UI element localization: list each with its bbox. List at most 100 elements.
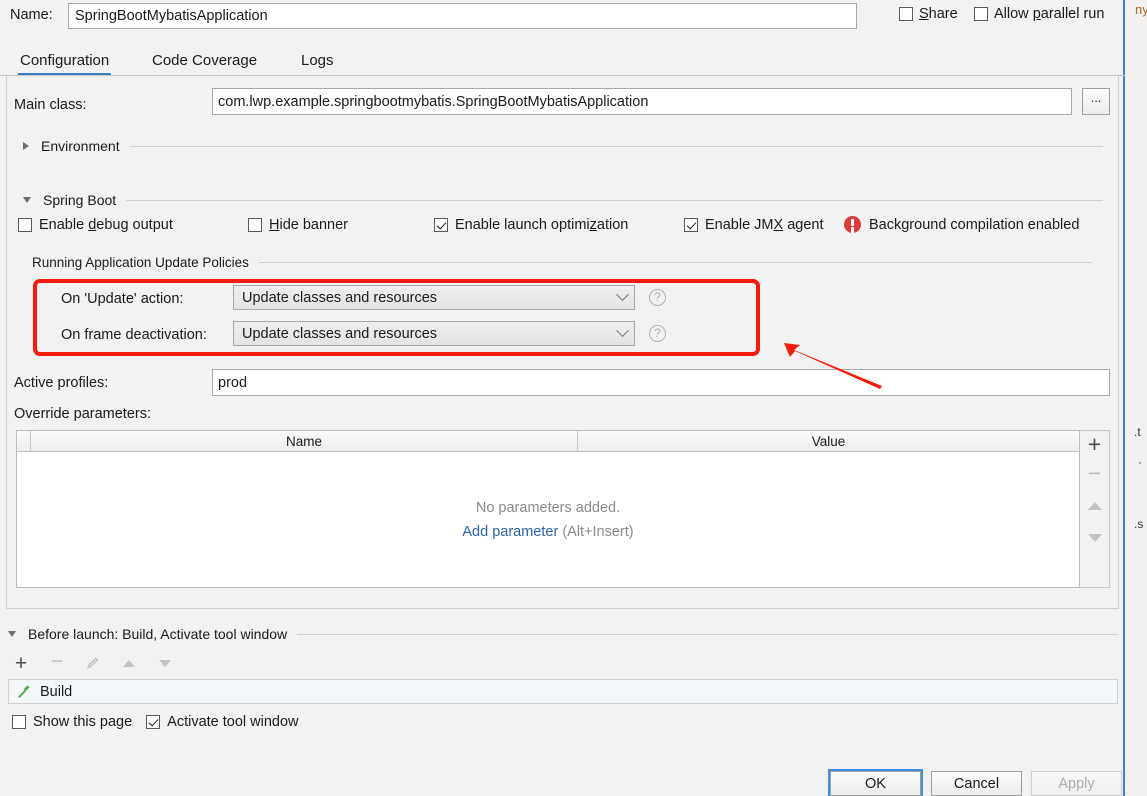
chevron-down-icon[interactable]	[8, 631, 16, 637]
tab-configuration-label: Configuration	[20, 51, 110, 69]
before-launch-remove-button: −	[50, 649, 64, 673]
main-class-browse-button[interactable]: ...	[1082, 88, 1110, 115]
hide-banner-checkbox[interactable]: Hide banner	[248, 217, 348, 233]
remove-parameter-button: −	[1087, 460, 1102, 486]
allow-parallel-run-checkbox-box[interactable]	[974, 7, 988, 21]
tab-configuration[interactable]: Configuration	[18, 44, 112, 76]
spring-boot-section-header[interactable]: Spring Boot	[23, 192, 1103, 208]
background-text: .t	[1134, 425, 1141, 439]
on-frame-deactivation-value: Update classes and resources	[242, 325, 438, 342]
background-window	[1123, 0, 1147, 796]
activate-tool-window-checkbox[interactable]: Activate tool window	[146, 714, 299, 730]
share-checkbox-label: Share	[919, 6, 958, 22]
empty-state-text: No parameters added.	[475, 499, 621, 516]
environment-section-label: Environment	[41, 138, 120, 154]
enable-jmx-agent-checkbox[interactable]: Enable JMX agent	[684, 217, 824, 233]
pencil-icon	[87, 657, 99, 669]
table-header-gutter	[17, 431, 31, 451]
before-launch-move-down-button	[154, 652, 176, 674]
activate-tool-window-checkbox-box[interactable]	[146, 715, 161, 729]
enable-jmx-agent-checkbox-box[interactable]	[684, 218, 698, 232]
tab-logs[interactable]: Logs	[299, 44, 336, 76]
main-class-input[interactable]	[212, 88, 1072, 115]
activate-tool-window-label: Activate tool window	[167, 714, 299, 730]
before-launch-label: Before launch: Build, Activate tool wind…	[28, 626, 288, 642]
ok-button[interactable]: OK	[828, 769, 923, 796]
before-launch-list[interactable]: Build	[8, 679, 1118, 704]
table-header-name[interactable]: Name	[31, 431, 578, 451]
policies-section-header: Running Application Update Policies	[32, 255, 1092, 270]
enable-debug-output-checkbox-box[interactable]	[18, 218, 32, 232]
table-header-row: Name Value	[17, 431, 1079, 452]
section-divider	[129, 145, 1103, 147]
share-checkbox[interactable]: Share	[899, 6, 958, 22]
enable-jmx-agent-label: Enable JMX agent	[705, 217, 824, 233]
chevron-down-icon[interactable]	[23, 197, 31, 203]
add-parameter-link[interactable]: Add parameter	[462, 524, 558, 540]
show-this-page-checkbox[interactable]: Show this page	[12, 714, 132, 730]
parameters-toolbar: + −	[1080, 430, 1110, 588]
enable-debug-output-label: Enable debug output	[39, 217, 173, 233]
hide-banner-checkbox-box[interactable]	[248, 218, 262, 232]
background-text: ·	[1138, 455, 1142, 469]
on-update-action-value: Update classes and resources	[242, 289, 438, 306]
background-compilation-warning-label: Background compilation enabled	[869, 216, 1080, 233]
before-launch-move-up-button	[118, 652, 140, 674]
allow-parallel-run-checkbox-label: Allow parallel run	[994, 6, 1105, 22]
tab-code-coverage[interactable]: Code Coverage	[150, 44, 259, 76]
hammer-icon	[18, 685, 30, 698]
add-parameter-shortcut-hint: (Alt+Insert)	[562, 523, 634, 540]
show-this-page-checkbox-box[interactable]	[12, 715, 26, 729]
configuration-name-input[interactable]	[68, 3, 857, 29]
spring-boot-section-label: Spring Boot	[43, 192, 117, 208]
on-frame-deactivation-help-icon[interactable]: ?	[649, 325, 666, 342]
chevron-right-icon[interactable]	[23, 142, 29, 150]
on-frame-deactivation-dropdown[interactable]: Update classes and resources	[233, 321, 635, 346]
on-update-action-help-icon[interactable]: ?	[649, 289, 666, 306]
enable-launch-optimization-checkbox-box[interactable]	[434, 218, 448, 232]
before-launch-edit-button	[82, 652, 104, 674]
section-divider	[297, 633, 1118, 635]
before-launch-add-button[interactable]: +	[10, 652, 32, 674]
enable-launch-optimization-checkbox[interactable]: Enable launch optimization	[434, 217, 628, 233]
chevron-down-icon[interactable]	[610, 329, 634, 338]
move-down-button	[1080, 523, 1110, 553]
section-divider	[126, 199, 1103, 201]
share-checkbox-box[interactable]	[899, 7, 913, 21]
cancel-button[interactable]: Cancel	[931, 771, 1022, 796]
on-frame-deactivation-label: On frame deactivation:	[61, 327, 207, 343]
show-this-page-label: Show this page	[33, 714, 133, 730]
background-compilation-warning: Background compilation enabled	[844, 216, 1079, 233]
override-parameters-table: Name Value No parameters added. Add para…	[16, 430, 1080, 588]
section-divider	[258, 262, 1092, 263]
apply-button: Apply	[1031, 771, 1122, 796]
active-profiles-input[interactable]	[212, 369, 1110, 396]
background-text: ny	[1135, 2, 1147, 17]
before-launch-item-label: Build	[40, 683, 73, 700]
tab-code-coverage-label: Code Coverage	[152, 51, 258, 69]
on-update-action-dropdown[interactable]: Update classes and resources	[233, 285, 635, 310]
before-launch-toolbar: + −	[10, 649, 176, 674]
background-text: .s	[1134, 517, 1144, 531]
hide-banner-label: Hide banner	[269, 217, 349, 233]
allow-parallel-run-checkbox[interactable]: Allow parallel run	[974, 6, 1104, 22]
environment-section-header[interactable]: Environment	[23, 138, 1103, 154]
name-label: Name:	[10, 7, 53, 23]
enable-debug-output-checkbox[interactable]: Enable debug output	[18, 217, 173, 233]
active-profiles-label: Active profiles:	[14, 375, 109, 391]
run-configuration-dialog: Name: Share Allow parallel run Configura…	[0, 0, 1125, 796]
add-parameter-row: Add parameter (Alt+Insert)	[462, 524, 633, 540]
before-launch-section-header[interactable]: Before launch: Build, Activate tool wind…	[8, 626, 1118, 642]
policies-section-label: Running Application Update Policies	[32, 255, 249, 270]
table-body: No parameters added. Add parameter (Alt+…	[17, 452, 1079, 587]
name-row: Name: Share Allow parallel run	[0, 0, 1125, 33]
enable-launch-optimization-label: Enable launch optimization	[455, 217, 629, 233]
tab-logs-label: Logs	[301, 51, 334, 69]
tab-bar: Configuration Code Coverage Logs	[0, 44, 1125, 76]
table-header-value[interactable]: Value	[578, 431, 1079, 451]
override-parameters-label: Override parameters:	[14, 406, 151, 422]
add-parameter-button[interactable]: +	[1080, 431, 1110, 461]
move-up-button	[1080, 491, 1110, 521]
chevron-down-icon[interactable]	[610, 293, 634, 302]
annotation-arrow	[784, 343, 882, 389]
